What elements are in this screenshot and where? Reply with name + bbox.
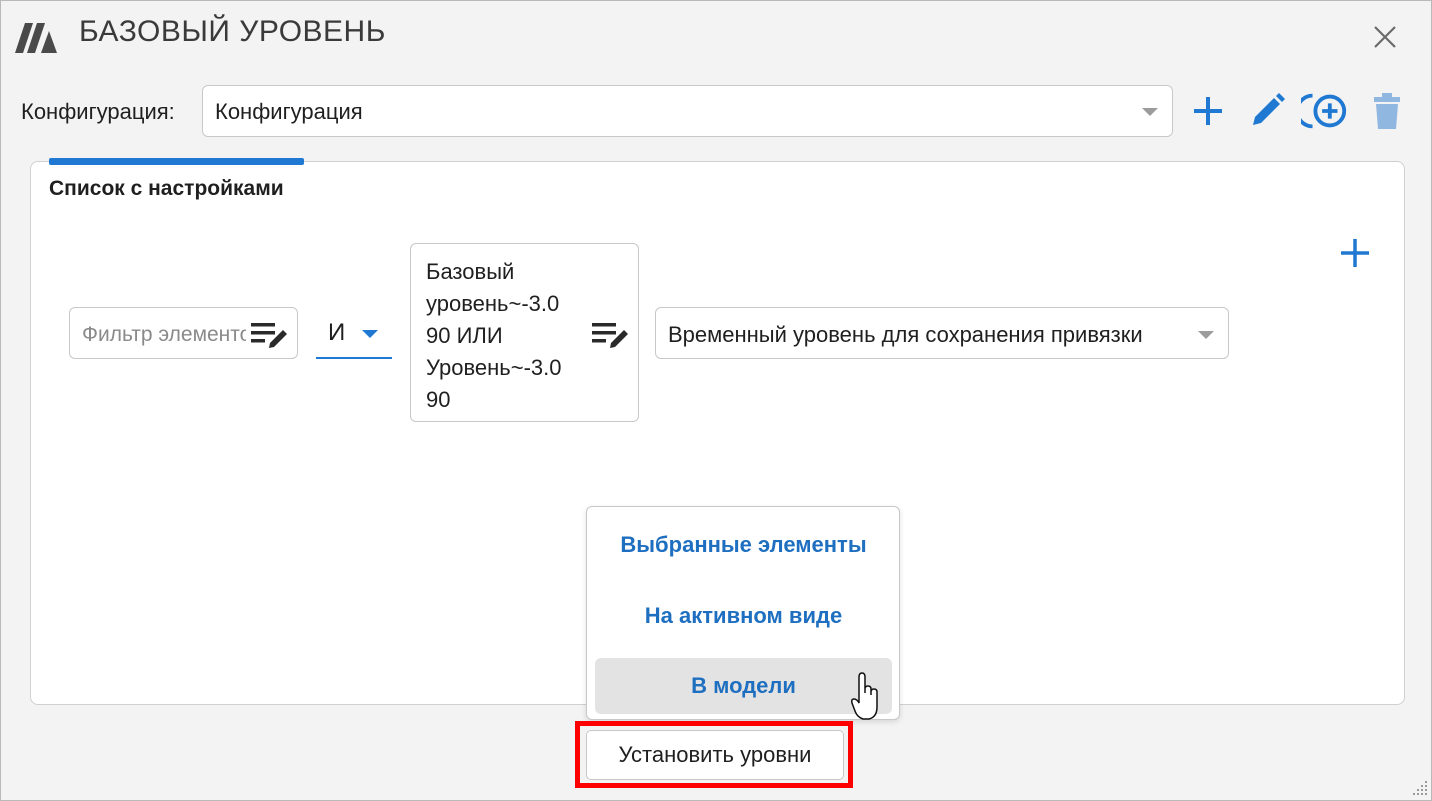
logic-operator-value: И — [328, 319, 346, 346]
chevron-down-icon — [1198, 331, 1214, 339]
tab-indicator — [49, 158, 304, 165]
config-select-value: Конфигурация — [215, 99, 363, 124]
chevron-down-icon — [1142, 108, 1158, 116]
config-select[interactable]: Конфигурация — [202, 85, 1173, 137]
plus-icon — [1341, 239, 1369, 267]
add-config-button[interactable] — [1184, 87, 1232, 135]
config-label: Конфигурация: — [21, 99, 175, 124]
copy-add-icon — [1301, 93, 1347, 129]
delete-config-button[interactable] — [1363, 87, 1411, 135]
copy-config-button[interactable] — [1301, 87, 1349, 135]
edit-config-button[interactable] — [1243, 87, 1291, 135]
window-title: БАЗОВЫЙ УРОВЕНЬ — [79, 15, 386, 48]
hand-cursor-icon — [851, 672, 878, 720]
edit-list-icon[interactable] — [249, 320, 291, 350]
logic-operator-select[interactable]: И — [316, 309, 392, 359]
set-levels-button[interactable]: Установить уровни — [586, 730, 844, 780]
filter-placeholder: Фильтр элементов — [82, 323, 246, 346]
add-rule-button[interactable] — [1335, 233, 1375, 273]
filter-expression-text: Базовый уровень~-3.0 90 ИЛИ Уровень~-3.0… — [426, 259, 562, 412]
close-icon — [1374, 26, 1396, 48]
filter-input[interactable]: Фильтр элементов — [69, 307, 298, 359]
menu-item-active-view[interactable]: На активном виде — [595, 588, 892, 644]
menu-item-in-model[interactable]: В модели — [595, 658, 892, 714]
close-button[interactable] — [1363, 17, 1407, 57]
chevron-down-icon — [362, 330, 378, 338]
trash-icon — [1374, 93, 1400, 129]
edit-list-icon[interactable] — [590, 320, 632, 350]
filter-expression-box[interactable]: Базовый уровень~-3.0 90 ИЛИ Уровень~-3.0… — [410, 243, 639, 422]
target-level-select[interactable]: Временный уровень для сохранения привязк… — [655, 307, 1229, 359]
panel-title: Список с настройками — [49, 177, 284, 200]
menu-item-selected-elements[interactable]: Выбранные элементы — [595, 517, 892, 573]
dialog-window: БАЗОВЫЙ УРОВЕНЬ Конфигурация: Конфигурац… — [0, 0, 1432, 801]
app-logo-icon — [15, 23, 57, 53]
title-bar: БАЗОВЫЙ УРОВЕНЬ — [1, 1, 1431, 73]
pencil-icon — [1253, 93, 1285, 125]
target-level-value: Временный уровень для сохранения привязк… — [668, 322, 1143, 347]
plus-icon — [1194, 97, 1222, 125]
resize-grip-icon[interactable] — [1409, 777, 1429, 797]
